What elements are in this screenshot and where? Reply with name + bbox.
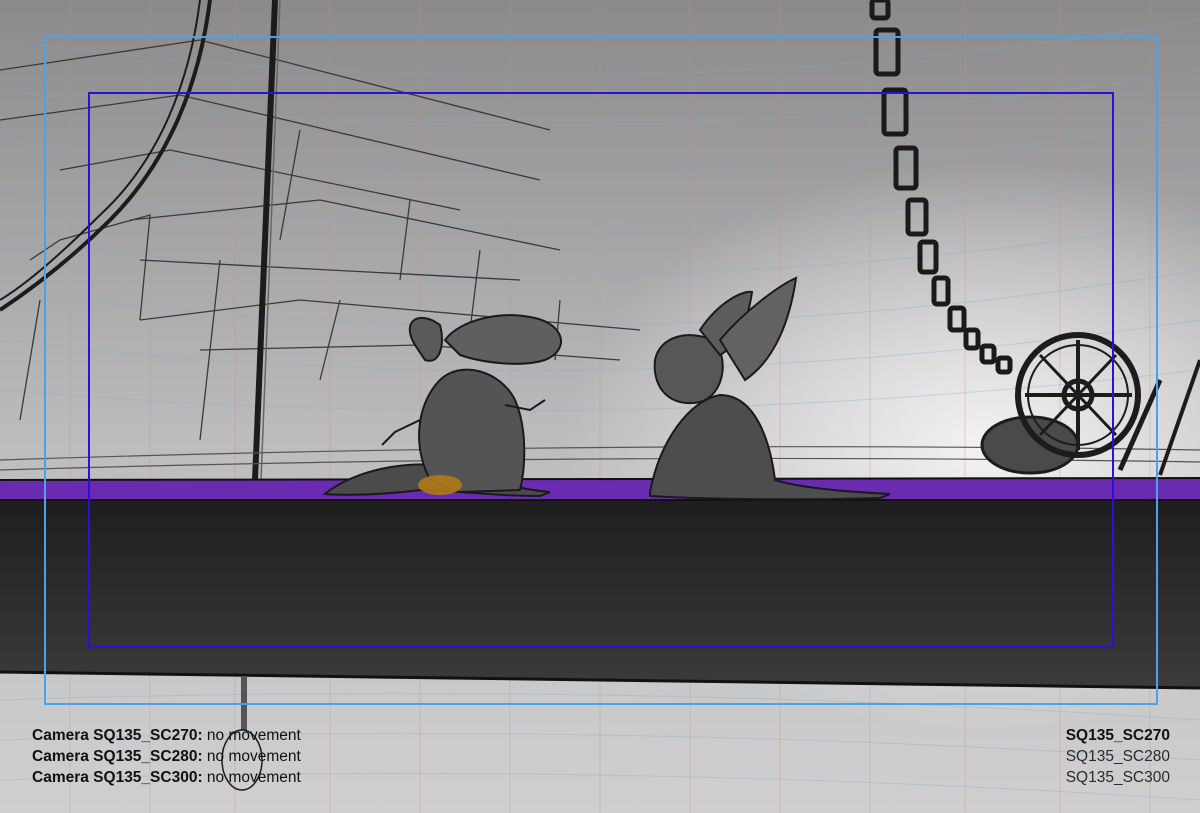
ledge bbox=[0, 477, 1200, 690]
camera-note: no movement bbox=[206, 727, 301, 744]
current-scene-id: SQ135_SC270 bbox=[1065, 727, 1170, 744]
camera-notes: Camera SQ135_SC270: no movement Camera S… bbox=[32, 725, 301, 788]
storyboard-drawing bbox=[0, 0, 1200, 813]
scene-id: SQ135_SC280 bbox=[1065, 748, 1170, 765]
camera-note-row: Camera SQ135_SC280: no movement bbox=[32, 746, 301, 767]
storyboard-panel: Camera SQ135_SC270: no movement Camera S… bbox=[0, 0, 1200, 813]
scene-ids: SQ135_SC270 SQ135_SC280 SQ135_SC300 bbox=[1066, 725, 1170, 788]
camera-name: Camera SQ135_SC300: bbox=[32, 769, 203, 786]
scene-id: SQ135_SC300 bbox=[1065, 769, 1170, 786]
camera-note: no movement bbox=[206, 769, 301, 786]
camera-name: Camera SQ135_SC270: bbox=[32, 727, 203, 744]
camera-note-row: Camera SQ135_SC270: no movement bbox=[32, 725, 301, 746]
camera-note: no movement bbox=[206, 748, 301, 765]
camera-note-row: Camera SQ135_SC300: no movement bbox=[32, 767, 301, 788]
camera-name: Camera SQ135_SC280: bbox=[32, 748, 203, 765]
